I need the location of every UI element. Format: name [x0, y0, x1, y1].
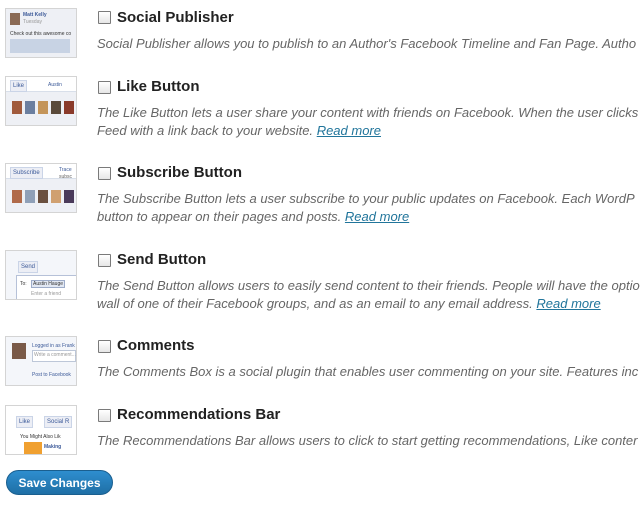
friend-avatar — [64, 101, 74, 114]
read-more-link[interactable]: Read more — [345, 209, 409, 224]
thumb-author-name: Matt Kelly — [23, 12, 47, 18]
save-changes-button[interactable]: Save Changes — [6, 470, 113, 495]
recommendations-bar-thumbnail: Like Social R You Might Also Lik Making — [5, 405, 77, 455]
description-line: The Recommendations Bar allows users to … — [97, 433, 638, 448]
thumb-recipient: Austin Hauge — [31, 280, 66, 288]
comments-thumbnail: Logged in as Frank Write a comment... Po… — [5, 336, 77, 386]
subscribe-button-checkbox[interactable] — [98, 167, 111, 180]
send-button-thumbnail: Send To: Austin Hauge Enter a friend — [5, 250, 77, 300]
recommendations-bar-checkbox[interactable] — [98, 409, 111, 422]
feature-description: The Recommendations Bar allows users to … — [97, 432, 644, 450]
description-text: Feed with a link back to your website. — [97, 123, 314, 138]
thumb-post-text: Check out this awesome co — [10, 31, 72, 37]
description-text: button to appear on their pages and post… — [97, 209, 342, 224]
read-more-link[interactable]: Read more — [317, 123, 381, 138]
subscriber-avatar — [25, 190, 35, 203]
description-line-with-link: Feed with a link back to your website. R… — [97, 122, 644, 140]
read-more-link[interactable]: Read more — [536, 296, 600, 311]
like-button-thumbnail: Like Austin — [5, 76, 77, 126]
feature-description: Social Publisher allows you to publish t… — [97, 35, 644, 53]
subscriber-avatar — [64, 190, 74, 203]
feature-description: The Like Button lets a user share your c… — [97, 104, 644, 140]
feature-description: The Subscribe Button lets a user subscri… — [97, 190, 644, 226]
description-line: Social Publisher allows you to publish t… — [97, 36, 637, 51]
description-line-with-link: button to appear on their pages and post… — [97, 208, 644, 226]
friend-avatar — [51, 101, 61, 114]
thumb-recipient-placeholder: Enter a friend — [31, 291, 62, 297]
description-line: The Subscribe Button lets a user subscri… — [97, 191, 635, 206]
thumb-item-image — [24, 442, 42, 454]
thumb-like-button: Like — [10, 80, 28, 92]
feature-title: Send Button — [117, 251, 207, 268]
description-line: The Send Button allows users to easily s… — [97, 278, 640, 293]
subscriber-avatar — [12, 190, 22, 203]
description-text: wall of one of their Facebook groups, an… — [97, 296, 533, 311]
comments-checkbox[interactable] — [98, 340, 111, 353]
social-publisher-thumbnail: Matt Kelly Tuesday Check out this awesom… — [5, 8, 77, 58]
thumb-to-label: To: — [20, 281, 27, 287]
friend-avatar — [12, 101, 22, 114]
thumb-post-image — [10, 39, 70, 53]
feature-title: Social Publisher — [117, 9, 234, 26]
friend-avatar — [25, 101, 35, 114]
description-line: The Like Button lets a user share your c… — [97, 105, 639, 120]
friend-avatar — [38, 101, 48, 114]
subscriber-avatar — [38, 190, 48, 203]
like-button-checkbox[interactable] — [98, 81, 111, 94]
thumb-friend-name: Austin — [48, 82, 62, 88]
thumb-comment-placeholder: Write a comment... — [34, 352, 76, 358]
thumb-like-button: Like — [16, 416, 34, 428]
subscribe-button-thumbnail: Subscribe Trace subsc — [5, 163, 77, 213]
description-line: The Comments Box is a social plugin that… — [97, 364, 639, 379]
feature-description: The Comments Box is a social plugin that… — [97, 363, 644, 381]
thumb-subscribe-button: Subscribe — [10, 167, 43, 179]
feature-title: Comments — [117, 337, 195, 354]
feature-title: Subscribe Button — [117, 164, 243, 181]
thumb-social-button: Social R — [44, 416, 73, 428]
description-line-with-link: wall of one of their Facebook groups, an… — [97, 295, 644, 313]
avatar — [10, 13, 20, 25]
thumb-send-button: Send — [18, 261, 39, 273]
thumb-post-to-facebook: Post to Facebook — [32, 372, 71, 378]
feature-title: Recommendations Bar — [117, 406, 281, 423]
thumb-heading: You Might Also Lik — [20, 434, 61, 440]
thumb-author-sub: Tuesday — [23, 19, 42, 25]
thumb-subscriber-sub: subsc — [59, 174, 73, 180]
social-publisher-checkbox[interactable] — [98, 11, 111, 24]
avatar — [12, 343, 26, 359]
send-button-checkbox[interactable] — [98, 254, 111, 267]
thumb-logged-in-text: Logged in as Frank — [32, 343, 75, 349]
thumb-subscriber-name: Trace — [59, 167, 72, 173]
thumb-item-title: Making — [44, 444, 62, 450]
feature-title: Like Button — [117, 78, 200, 95]
feature-description: The Send Button allows users to easily s… — [97, 277, 644, 313]
subscriber-avatar — [51, 190, 61, 203]
